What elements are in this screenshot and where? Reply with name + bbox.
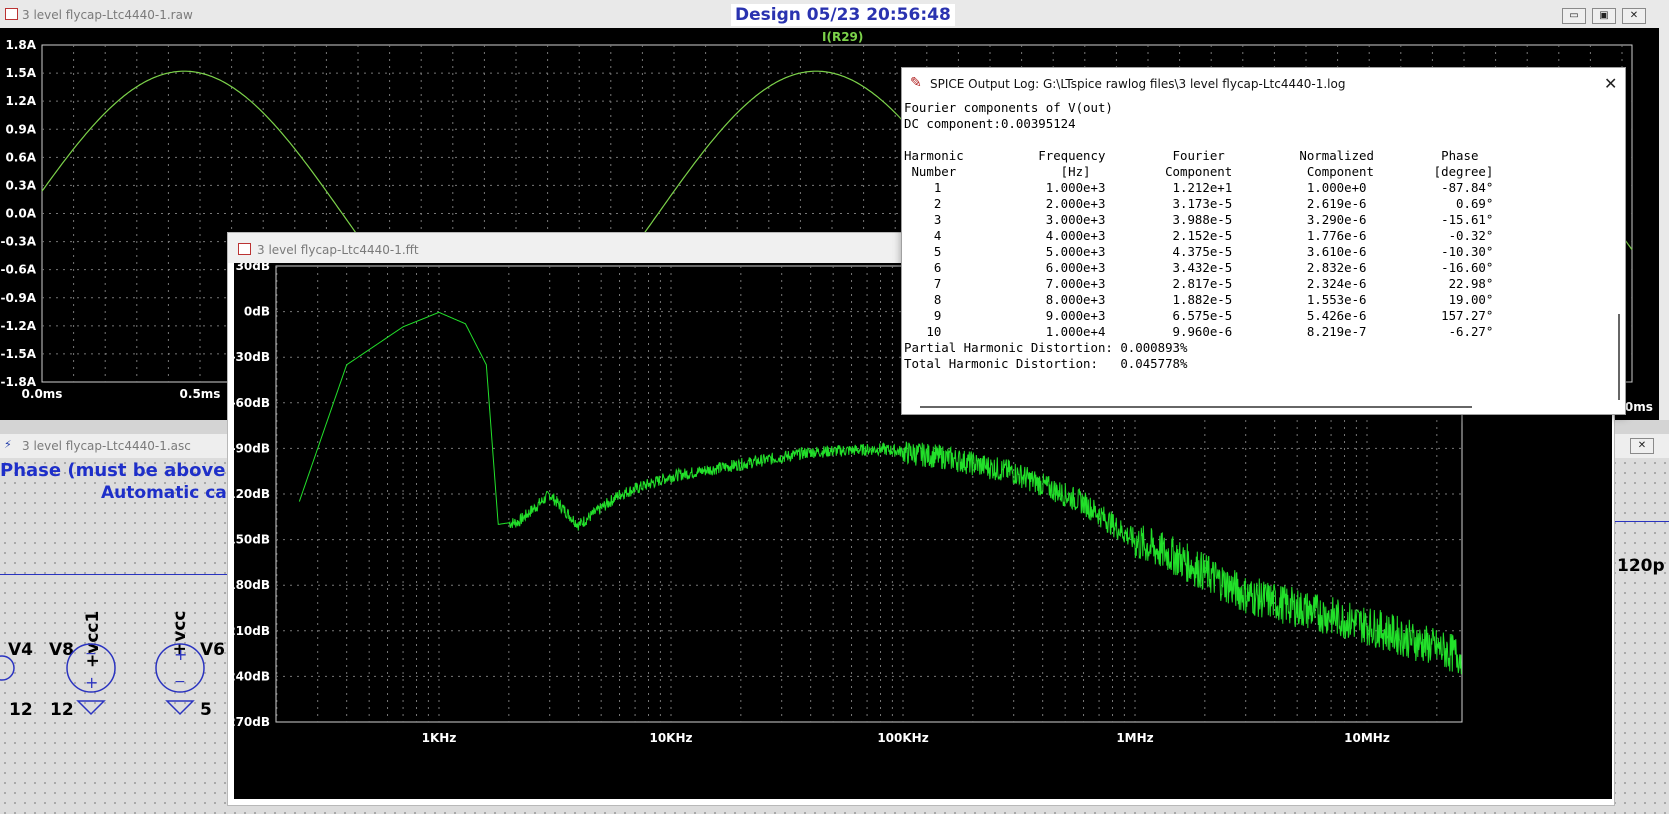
fft-y-tick: -240dB	[234, 669, 270, 683]
fft-y-tick: -90dB	[234, 441, 270, 455]
wire-right	[1615, 521, 1669, 522]
log-line: Fourier components of V(out)	[904, 100, 1113, 115]
log-row: 4 4.000e+3 2.152e-5 1.776e-6 -0.32°	[904, 228, 1494, 243]
log-row: 1 1.000e+3 1.212e+1 1.000e+0 -87.84°	[904, 180, 1494, 195]
raw-y-tick: 0.6A	[5, 150, 36, 164]
fft-x-tick: 100KHz	[877, 731, 928, 745]
log-row: 8 8.000e+3 1.882e-5 1.553e-6 19.00°	[904, 292, 1494, 307]
log-body[interactable]: Fourier components of V(out) DC componen…	[904, 100, 1612, 400]
raw-x-tick: 0.5ms	[180, 387, 221, 401]
fft-y-tick: -180dB	[234, 578, 270, 592]
raw-y-tick: -0.3A	[0, 235, 36, 249]
log-row: 2 2.000e+3 3.173e-5 2.619e-6 0.69°	[904, 196, 1494, 211]
log-row: 9 9.000e+3 6.575e-5 5.426e-6 157.27°	[904, 308, 1494, 323]
raw-titlebar[interactable]: 3 level flycap-Ltc4440-1.raw Design 05/2…	[0, 0, 1669, 28]
fft-x-tick: 10KHz	[649, 731, 692, 745]
waveform-icon	[5, 8, 18, 20]
raw-x-tick: 0.0ms	[22, 387, 63, 401]
fft-title: 3 level flycap-Ltc4440-1.fft	[257, 243, 419, 257]
raw-y-tick: 0.0A	[5, 207, 36, 221]
raw-y-tick: -1.5A	[0, 347, 36, 361]
partial-thd: Partial Harmonic Distortion: 0.000893%	[904, 340, 1188, 355]
raw-y-tick: 1.2A	[5, 94, 36, 108]
log-row: 6 6.000e+3 3.432e-5 2.832e-6 -16.60°	[904, 260, 1494, 275]
fft-y-tick: -210dB	[234, 624, 270, 638]
schematic-symbols: − + + −	[0, 643, 205, 716]
trace-label: I(R29)	[822, 30, 864, 44]
log-line: DC component:0.00395124	[904, 116, 1076, 131]
asc-title: 3 level flycap-Ltc4440-1.asc	[22, 439, 191, 453]
fft-x-tick: 1KHz	[422, 731, 457, 745]
raw-y-tick: -0.6A	[0, 263, 36, 277]
fft-x-tick: 1MHz	[1116, 731, 1153, 745]
fft-y-tick: -30dB	[234, 350, 270, 364]
fft-x-tick: 10MHz	[1344, 731, 1390, 745]
spice-icon: ✎	[910, 75, 922, 91]
voltage-source-icon	[0, 655, 15, 681]
minimize-button[interactable]: ▭	[1562, 8, 1586, 24]
vertical-scrollbar[interactable]	[1615, 104, 1623, 400]
log-row: 3 3.000e+3 3.988e-5 3.290e-6 -15.61°	[904, 212, 1494, 227]
fft-y-tick: -120dB	[234, 487, 270, 501]
raw-y-tick: 0.3A	[5, 178, 36, 192]
svg-text:−: −	[85, 646, 97, 662]
raw-y-tick: -1.2A	[0, 319, 36, 333]
asc-close-button[interactable]: ✕	[1630, 438, 1654, 454]
fft-y-tick: 0dB	[244, 305, 270, 319]
vertical-scroll-thumb[interactable]	[1618, 314, 1620, 400]
total-thd: Total Harmonic Distortion: 0.045778%	[904, 356, 1188, 371]
fft-y-tick: -150dB	[234, 533, 270, 547]
close-button[interactable]: ✕	[1622, 8, 1646, 24]
horizontal-scrollbar[interactable]	[908, 402, 1608, 412]
cap-label: 120p	[1617, 556, 1665, 576]
fft-y-tick: -60dB	[234, 396, 270, 410]
svg-text:+: +	[85, 673, 98, 692]
restore-button[interactable]: ▣	[1592, 8, 1616, 24]
log-titlebar[interactable]: ✎ SPICE Output Log: G:\LTspice rawlog fi…	[902, 68, 1625, 100]
log-rows: 1 1.000e+3 1.212e+1 1.000e+0 -87.84° 2 2…	[904, 180, 1612, 340]
fft-y-tick: 30dB	[236, 263, 270, 273]
raw-y-tick: -0.9A	[0, 291, 36, 305]
fft-y-tick: -270dB	[234, 715, 270, 729]
log-title: SPICE Output Log: G:\LTspice rawlog file…	[930, 77, 1346, 91]
wire	[0, 574, 228, 575]
svg-text:+: +	[174, 645, 187, 664]
log-close-button[interactable]: ✕	[1604, 74, 1617, 93]
raw-y-tick: 1.8A	[5, 38, 36, 52]
log-window: ✎ SPICE Output Log: G:\LTspice rawlog fi…	[901, 67, 1626, 415]
auto-calc-comment: Automatic calc	[101, 483, 243, 503]
horizontal-scroll-thumb[interactable]	[920, 406, 1472, 408]
log-row: 10 1.000e+4 9.960e-6 8.219e-7 -6.27°	[904, 324, 1494, 339]
raw-y-tick: 0.9A	[5, 122, 36, 136]
schematic-icon: ⚡	[4, 438, 12, 451]
log-row: 5 5.000e+3 4.375e-5 3.610e-6 -10.30°	[904, 244, 1494, 259]
phase-comment: Phase (must be above 90	[0, 460, 257, 481]
log-header: Harmonic Frequency Fourier Normalized Ph…	[904, 148, 1479, 163]
ground-icon	[76, 700, 106, 716]
raw-y-tick: 1.5A	[5, 66, 36, 80]
svg-text:−: −	[174, 674, 186, 690]
ground-icon	[165, 700, 195, 716]
raw-title: 3 level flycap-Ltc4440-1.raw	[22, 8, 193, 22]
log-row: 7 7.000e+3 2.817e-5 2.324e-6 22.98°	[904, 276, 1494, 291]
log-header: Number [Hz] Component Component [degree]	[904, 164, 1494, 179]
design-banner: Design 05/23 20:56:48	[731, 4, 955, 26]
waveform-icon	[238, 243, 251, 255]
